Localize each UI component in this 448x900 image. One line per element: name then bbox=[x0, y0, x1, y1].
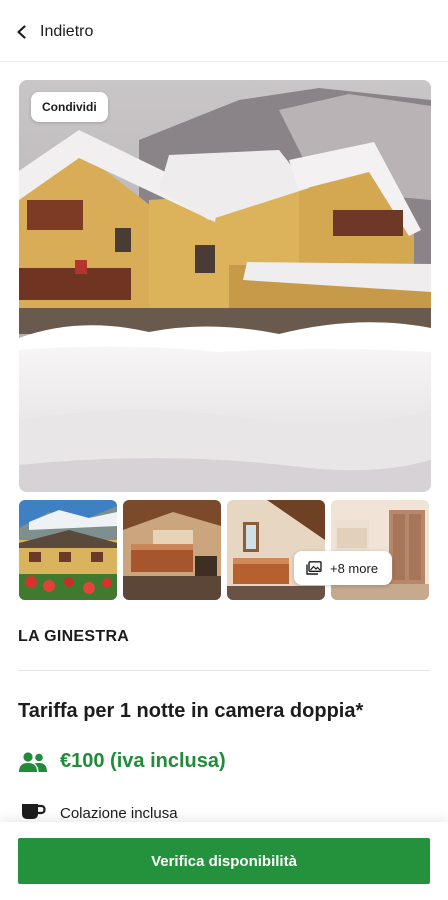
hotel-name: LA GINESTRA bbox=[18, 628, 130, 645]
check-availability-button[interactable]: Verifica disponibilità bbox=[18, 838, 430, 884]
hotel-detail: Condividi +8 more LA GINESTRA Tariffa pe… bbox=[0, 62, 448, 900]
room-wardrobe-thumbnail bbox=[331, 500, 429, 600]
breakfast-label: Colazione inclusa bbox=[60, 804, 178, 822]
hero-photo[interactable]: Condividi bbox=[19, 80, 431, 492]
divider bbox=[18, 670, 430, 671]
share-button[interactable]: Condividi bbox=[31, 92, 108, 122]
price: €100 (iva inclusa) bbox=[60, 750, 226, 772]
coffee-cup-icon bbox=[22, 804, 46, 819]
thumbnail-4[interactable] bbox=[331, 500, 429, 600]
thumbnail-1[interactable] bbox=[19, 500, 117, 600]
hotel-summer-thumbnail bbox=[19, 500, 117, 600]
breakfast-row: Colazione inclusa bbox=[20, 802, 178, 824]
more-photos-label: +8 more bbox=[330, 560, 379, 576]
rate-title: Tariffa per 1 notte in camera doppia* bbox=[18, 700, 364, 722]
more-photos-button[interactable]: +8 more bbox=[294, 551, 393, 585]
thumbnail-strip bbox=[19, 500, 431, 600]
people-icon bbox=[19, 751, 47, 772]
thumbnail-2[interactable] bbox=[123, 500, 221, 600]
bottom-action-bar: Verifica disponibilità bbox=[0, 822, 448, 900]
top-bar: Indietro bbox=[0, 0, 448, 62]
gallery-icon bbox=[306, 561, 322, 575]
back-label: Indietro bbox=[40, 23, 94, 40]
back-button[interactable]: Indietro bbox=[14, 16, 93, 48]
hotel-winter-photo bbox=[19, 80, 431, 492]
thumbnail-3[interactable] bbox=[227, 500, 325, 600]
room-attic-thumbnail bbox=[227, 500, 325, 600]
room-double-bed-thumbnail bbox=[123, 500, 221, 600]
price-row: €100 (iva inclusa) bbox=[18, 750, 226, 773]
chevron-left-icon bbox=[17, 25, 26, 39]
